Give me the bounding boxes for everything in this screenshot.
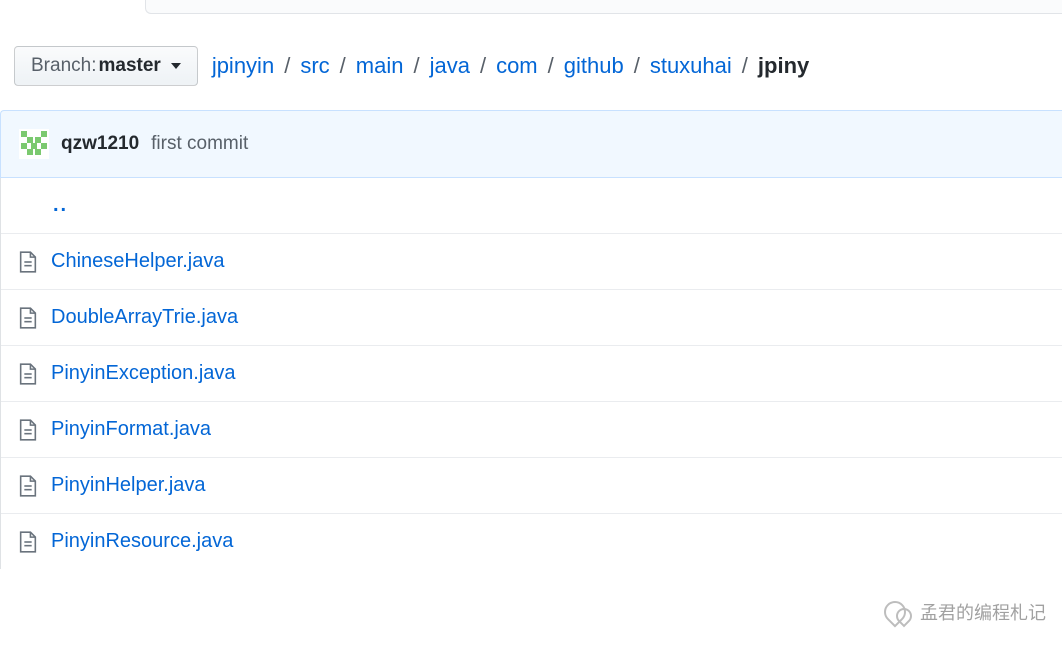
file-row[interactable]: ChineseHelper.java bbox=[1, 234, 1062, 290]
avatar[interactable] bbox=[19, 129, 49, 159]
crumb-sep: / bbox=[738, 53, 752, 79]
file-icon bbox=[19, 531, 37, 553]
crumb-stuxuhai[interactable]: stuxuhai bbox=[650, 53, 732, 79]
commit-author[interactable]: qzw1210 bbox=[61, 133, 139, 155]
latest-commit-bar: qzw1210 first commit bbox=[0, 110, 1062, 178]
crumb-sep: / bbox=[336, 53, 350, 79]
up-directory-row[interactable]: .. bbox=[1, 178, 1062, 234]
file-name[interactable]: PinyinHelper.java bbox=[51, 474, 206, 497]
crumb-current: jpiny bbox=[758, 53, 809, 79]
branch-select-button[interactable]: Branch: master bbox=[14, 46, 198, 86]
file-icon bbox=[19, 475, 37, 497]
crumb-sep: / bbox=[280, 53, 294, 79]
watermark: 孟君的编程札记 bbox=[884, 598, 1046, 626]
branch-label: Branch: bbox=[31, 55, 96, 77]
file-name[interactable]: PinyinException.java bbox=[51, 362, 236, 385]
file-name[interactable]: ChineseHelper.java bbox=[51, 250, 224, 273]
watermark-text: 孟君的编程札记 bbox=[920, 599, 1046, 625]
file-list: .. ChineseHelper.java DoubleArrayTrie.ja… bbox=[0, 178, 1062, 569]
file-name[interactable]: PinyinResource.java bbox=[51, 530, 233, 553]
crumb-sep: / bbox=[409, 53, 423, 79]
repo-nav-row: Branch: master jpinyin/ src/ main/ java/… bbox=[0, 14, 1062, 108]
file-row[interactable]: DoubleArrayTrie.java bbox=[1, 290, 1062, 346]
file-row[interactable]: PinyinFormat.java bbox=[1, 402, 1062, 458]
commit-message[interactable]: first commit bbox=[151, 133, 248, 155]
file-name[interactable]: PinyinFormat.java bbox=[51, 418, 211, 441]
file-row[interactable]: PinyinHelper.java bbox=[1, 458, 1062, 514]
crumb-sep: / bbox=[544, 53, 558, 79]
crumb-src[interactable]: src bbox=[300, 53, 329, 79]
wechat-icon bbox=[884, 598, 912, 626]
crumb-com[interactable]: com bbox=[496, 53, 538, 79]
identicon-icon bbox=[19, 129, 49, 159]
crumb-sep: / bbox=[476, 53, 490, 79]
file-icon bbox=[19, 363, 37, 385]
breadcrumb: jpinyin/ src/ main/ java/ com/ github/ s… bbox=[212, 53, 809, 79]
file-icon bbox=[19, 251, 37, 273]
branch-name: master bbox=[98, 55, 160, 77]
caret-down-icon bbox=[171, 63, 181, 69]
file-name[interactable]: DoubleArrayTrie.java bbox=[51, 306, 238, 329]
file-icon bbox=[19, 419, 37, 441]
crumb-github[interactable]: github bbox=[564, 53, 624, 79]
up-directory-label: .. bbox=[53, 194, 68, 217]
crumb-java[interactable]: java bbox=[430, 53, 470, 79]
crumb-main[interactable]: main bbox=[356, 53, 404, 79]
crumb-sep: / bbox=[630, 53, 644, 79]
top-tab-edge bbox=[145, 0, 1062, 14]
file-icon bbox=[19, 307, 37, 329]
file-row[interactable]: PinyinResource.java bbox=[1, 514, 1062, 569]
crumb-jpinyin[interactable]: jpinyin bbox=[212, 53, 274, 79]
file-row[interactable]: PinyinException.java bbox=[1, 346, 1062, 402]
